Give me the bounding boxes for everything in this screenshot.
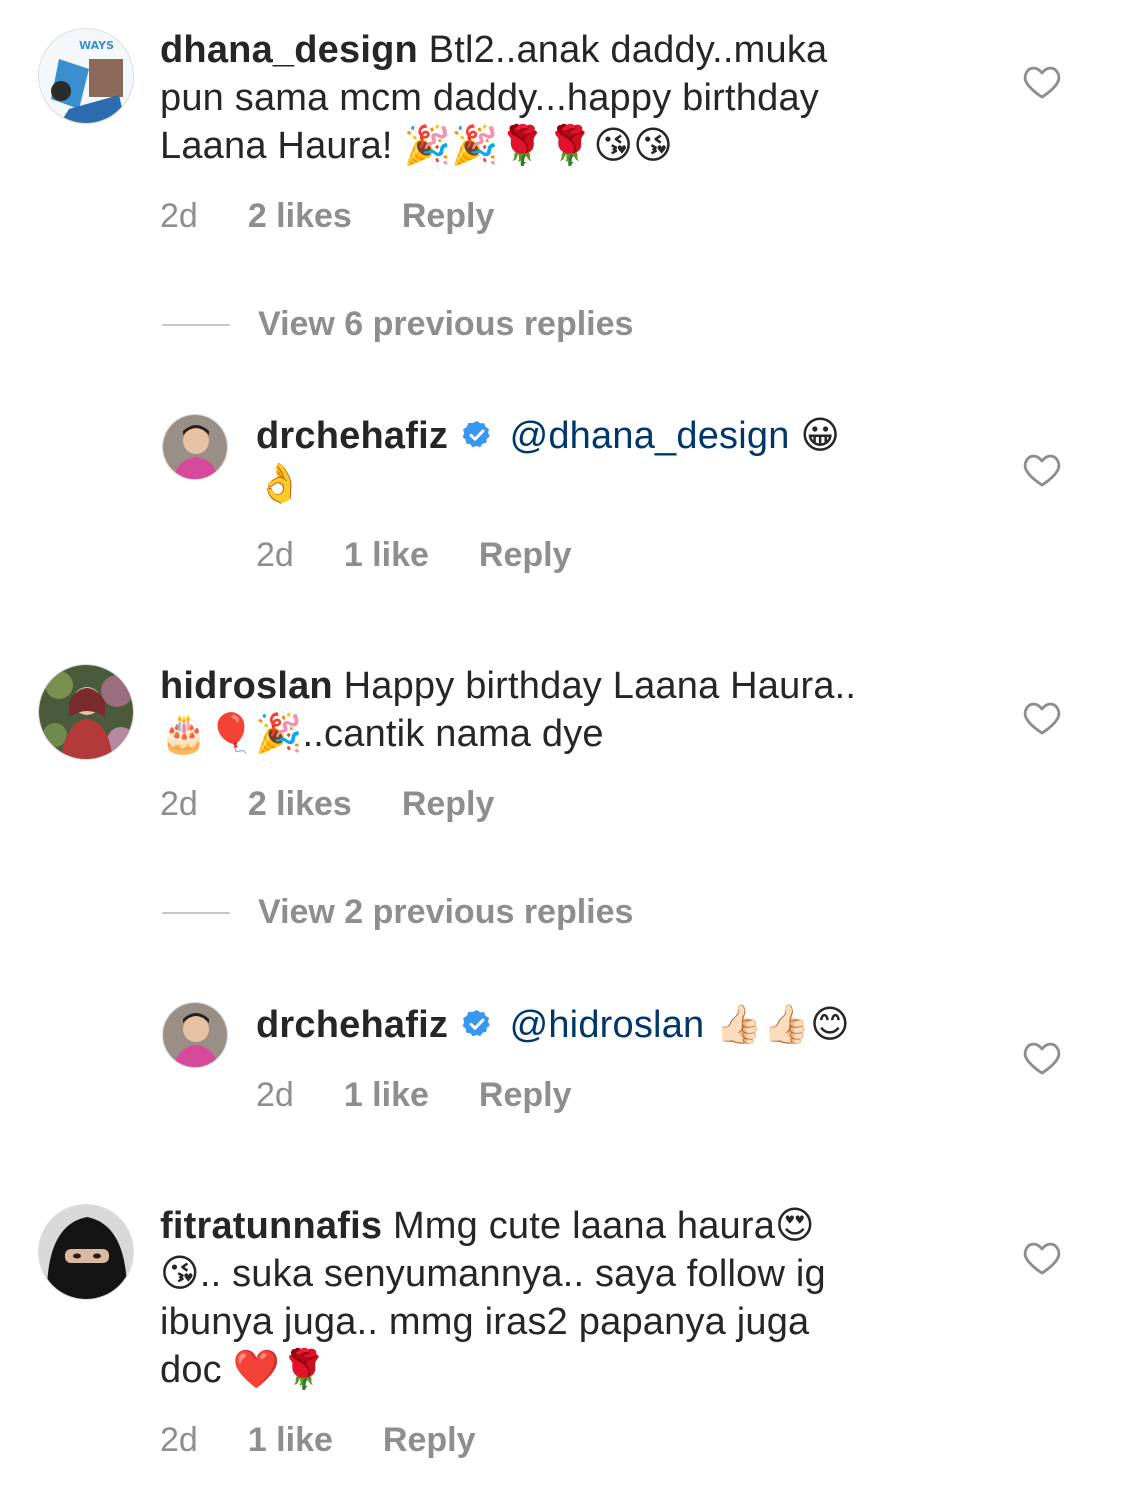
heart-icon[interactable] <box>1023 1040 1061 1076</box>
timestamp: 2d <box>160 785 198 823</box>
comment-line: Happy birthday Laana Haura.. <box>343 665 857 707</box>
heart-icon[interactable] <box>1023 64 1061 100</box>
username[interactable]: drchehafiz <box>256 415 448 457</box>
avatar[interactable] <box>38 1204 134 1300</box>
comment-meta: 2d 2 likes Reply <box>160 785 494 824</box>
username[interactable]: hidroslan <box>160 665 333 707</box>
comment-meta: 2d 1 like Reply <box>256 536 572 575</box>
comment-line: 😘.. suka senyumannya.. saya follow ig <box>160 1253 826 1295</box>
comment-text: dhana_design Btl2..anak daddy..muka pun … <box>160 26 980 170</box>
comment-line: ibunya juga.. mmg iras2 papanya juga <box>160 1301 810 1343</box>
comment-line: pun sama mcm daddy...happy birthday <box>160 77 819 119</box>
likes-count[interactable]: 1 like <box>248 1421 333 1460</box>
mention-link[interactable]: @hidroslan <box>510 1004 705 1046</box>
avatar[interactable] <box>162 414 228 480</box>
likes-count[interactable]: 1 like <box>344 536 429 575</box>
likes-count[interactable]: 1 like <box>344 1076 429 1115</box>
comment-text: fitratunnafis Mmg cute laana haura😍 😘.. … <box>160 1202 980 1394</box>
avatar-image <box>39 665 133 759</box>
heart-icon[interactable] <box>1023 700 1061 736</box>
reply-button[interactable]: Reply <box>479 1076 572 1115</box>
timestamp: 2d <box>160 197 198 235</box>
comment-text: drchehafiz @hidroslan 👍🏻👍🏻😊 <box>256 1001 976 1049</box>
reply-button[interactable]: Reply <box>479 536 572 575</box>
reply-button[interactable]: Reply <box>383 1421 476 1460</box>
timestamp: 2d <box>256 536 294 574</box>
comment-meta: 2d 2 likes Reply <box>160 197 494 236</box>
comment-line: Laana Haura! 🎉🎉🌹🌹😘😘 <box>160 125 674 167</box>
comment-line: doc ❤️🌹 <box>160 1349 328 1391</box>
avatar-image <box>39 1205 133 1299</box>
mention-link[interactable]: @dhana_design <box>510 415 790 457</box>
avatar-image: WAYS <box>39 29 133 123</box>
avatar-logo-text: WAYS <box>79 39 114 52</box>
avatar-image <box>163 415 227 479</box>
view-replies-label[interactable]: View 2 previous replies <box>258 893 633 932</box>
verified-badge-icon <box>462 421 490 448</box>
username[interactable]: drchehafiz <box>256 1004 448 1046</box>
username[interactable]: dhana_design <box>160 29 418 71</box>
timestamp: 2d <box>160 1421 198 1459</box>
heart-icon[interactable] <box>1023 452 1061 488</box>
view-previous-replies-button[interactable]: View 6 previous replies <box>162 305 633 344</box>
comment-line: 👍🏻👍🏻😊 <box>715 1004 850 1046</box>
verified-badge-icon <box>462 1010 490 1037</box>
comment-line: 🎂🎈🎉..cantik nama dye <box>160 713 604 755</box>
comment-text: drchehafiz @dhana_design 😀 👌 <box>256 412 976 508</box>
reply-button[interactable]: Reply <box>402 785 495 824</box>
reply-button[interactable]: Reply <box>402 197 495 236</box>
timestamp: 2d <box>256 1076 294 1114</box>
divider-line <box>162 911 230 914</box>
avatar-image <box>163 1003 227 1067</box>
likes-count[interactable]: 2 likes <box>248 197 352 236</box>
likes-count[interactable]: 2 likes <box>248 785 352 824</box>
avatar[interactable]: WAYS <box>38 28 134 124</box>
username[interactable]: fitratunnafis <box>160 1205 382 1247</box>
comment-line: 👌 <box>256 463 304 505</box>
comment-text: hidroslan Happy birthday Laana Haura.. 🎂… <box>160 662 980 758</box>
avatar[interactable] <box>162 1002 228 1068</box>
comment-line: 😀 <box>800 415 841 457</box>
heart-icon[interactable] <box>1023 1240 1061 1276</box>
comment-line: Btl2..anak daddy..muka <box>428 29 828 71</box>
divider-line <box>162 323 230 326</box>
comment-meta: 2d 1 like Reply <box>256 1076 572 1115</box>
view-previous-replies-button[interactable]: View 2 previous replies <box>162 893 633 932</box>
view-replies-label[interactable]: View 6 previous replies <box>258 305 633 344</box>
avatar[interactable] <box>38 664 134 760</box>
comment-meta: 2d 1 like Reply <box>160 1421 476 1460</box>
comment-line: Mmg cute laana haura😍 <box>392 1205 815 1247</box>
